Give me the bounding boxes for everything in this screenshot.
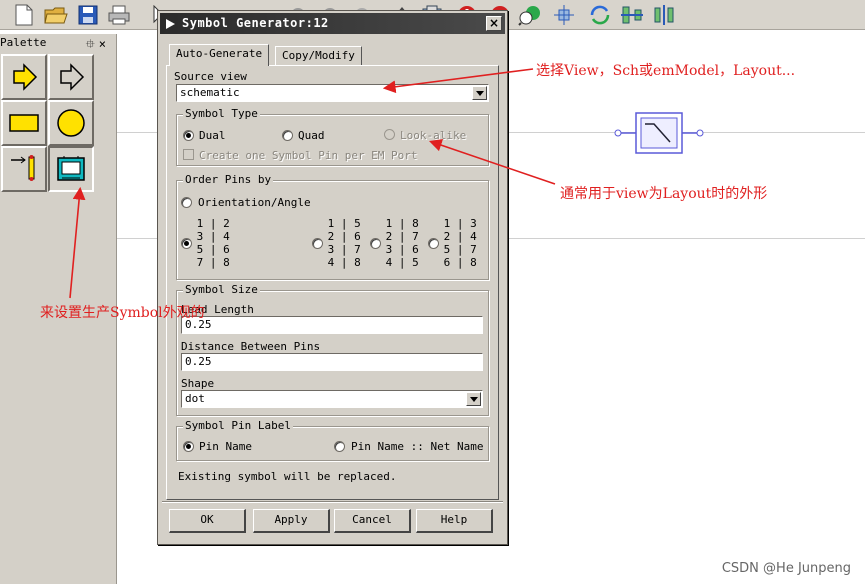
shape-select[interactable]: dot bbox=[181, 390, 483, 408]
distance-between-pins-input[interactable]: 0.25 bbox=[181, 353, 483, 371]
align-horizontal-icon[interactable] bbox=[620, 3, 644, 27]
shape-value: dot bbox=[185, 392, 205, 405]
save-icon[interactable] bbox=[76, 3, 100, 27]
order-pins-title: Order Pins by bbox=[183, 173, 274, 186]
radio-look-alike[interactable] bbox=[384, 129, 395, 140]
source-view-value: schematic bbox=[180, 86, 240, 99]
lead-length-input[interactable]: 0.25 bbox=[181, 316, 483, 334]
annotation-palette-note: 来设置生产Symbol外观的 bbox=[40, 305, 205, 321]
shape-label: Shape bbox=[181, 377, 215, 390]
align-center-icon[interactable] bbox=[552, 3, 576, 27]
palette-symbol-generator[interactable] bbox=[48, 146, 94, 192]
dual-label: Dual bbox=[199, 129, 226, 142]
radio-pin-name[interactable] bbox=[183, 441, 194, 452]
rectangle-icon bbox=[9, 114, 39, 132]
symbol-pin-label-group: Symbol Pin Label Pin Name Pin Name :: Ne… bbox=[176, 420, 489, 461]
orientation-label: Orientation/Angle bbox=[198, 196, 311, 209]
symbol-generator-icon bbox=[57, 156, 85, 181]
source-view-label: Source view bbox=[174, 70, 247, 83]
radio-quad[interactable] bbox=[282, 130, 293, 141]
symbol-generator-dialog: Symbol Generator:12 × Auto-Generate Copy… bbox=[157, 10, 508, 545]
align-vertical-icon[interactable] bbox=[652, 3, 676, 27]
palette-pin[interactable] bbox=[1, 146, 47, 192]
watermark: CSDN @He Junpeng bbox=[721, 561, 851, 576]
palette-circle[interactable] bbox=[48, 100, 94, 146]
symbol-size-group: Symbol Size Lead Length 0.25 Distance Be… bbox=[176, 284, 489, 416]
quad-label: Quad bbox=[298, 129, 325, 142]
close-icon: × bbox=[488, 16, 500, 30]
symbol-type-title: Symbol Type bbox=[183, 107, 260, 120]
palette-rectangle[interactable] bbox=[1, 100, 47, 146]
em-port-checkbox[interactable] bbox=[183, 149, 194, 160]
circle-icon bbox=[57, 109, 85, 137]
pin-icon bbox=[11, 155, 35, 181]
pin-net-name-label: Pin Name :: Net Name bbox=[351, 440, 484, 453]
cancel-button[interactable]: Cancel bbox=[334, 509, 411, 533]
pin-order-pattern-3: 1 | 8 2 | 7 3 | 6 4 | 5 bbox=[385, 217, 419, 269]
new-file-icon[interactable] bbox=[12, 3, 36, 27]
palette-window-controls[interactable]: ⯐× bbox=[86, 35, 110, 56]
tab-copy-modify[interactable]: Copy/Modify bbox=[275, 46, 362, 65]
palette-port-arrow[interactable] bbox=[1, 54, 47, 100]
source-view-select[interactable]: schematic bbox=[176, 84, 489, 102]
annotation-lookalike-note: 通常用于view为Layout时的外形 bbox=[560, 186, 768, 202]
print-icon[interactable] bbox=[107, 3, 131, 27]
open-folder-icon[interactable] bbox=[44, 3, 68, 27]
canvas-symbol[interactable] bbox=[612, 112, 708, 161]
symbol-type-group: Symbol Type Dual Quad Look-alike Create … bbox=[176, 108, 489, 166]
port-outline-icon bbox=[60, 63, 85, 91]
refresh-wire-icon[interactable] bbox=[588, 3, 612, 27]
chevron-down-icon[interactable] bbox=[472, 86, 487, 100]
tab-auto-generate[interactable]: Auto-Generate bbox=[169, 44, 270, 66]
apply-button[interactable]: Apply bbox=[253, 509, 330, 533]
pin-name-label: Pin Name bbox=[199, 440, 252, 453]
ok-button[interactable]: OK bbox=[169, 509, 246, 533]
em-port-checkbox-label: Create one Symbol Pin per EM Port bbox=[199, 149, 418, 162]
order-pins-group: Order Pins by Orientation/Angle 1 | 2 3 … bbox=[176, 174, 489, 280]
pin-order-pattern-4: 1 | 3 2 | 4 5 | 7 6 | 8 bbox=[443, 217, 477, 269]
annotation-view-note: 选择View，Sch或emModel，Layout... bbox=[536, 63, 796, 79]
palette-port-outline[interactable] bbox=[48, 54, 94, 100]
radio-dual[interactable] bbox=[183, 130, 194, 141]
symbol-pin-label-title: Symbol Pin Label bbox=[183, 419, 293, 432]
port-arrow-icon bbox=[13, 63, 38, 91]
dialog-titlebar[interactable]: Symbol Generator:12 × bbox=[160, 13, 505, 34]
button-separator bbox=[162, 501, 503, 503]
help-button[interactable]: Help bbox=[416, 509, 493, 533]
palette-title: Palette bbox=[0, 36, 47, 49]
dialog-title: Symbol Generator:12 bbox=[182, 16, 329, 30]
chevron-down-icon[interactable] bbox=[466, 392, 481, 406]
dialog-menu-icon[interactable] bbox=[165, 18, 177, 30]
status-text: Existing symbol will be replaced. bbox=[178, 470, 397, 483]
zoom-icon[interactable] bbox=[518, 3, 542, 27]
pin-order-pattern-1: 1 | 2 3 | 4 5 | 6 7 | 8 bbox=[196, 217, 230, 269]
distance-between-pins-label: Distance Between Pins bbox=[181, 340, 321, 353]
close-button[interactable]: × bbox=[486, 16, 502, 31]
pin-order-pattern-2: 1 | 5 2 | 6 3 | 7 4 | 8 bbox=[327, 217, 361, 269]
look-alike-label: Look-alike bbox=[400, 129, 467, 142]
symbol-size-title: Symbol Size bbox=[183, 283, 260, 296]
radio-pin-net-name[interactable] bbox=[334, 441, 345, 452]
radio-orientation[interactable] bbox=[181, 197, 192, 208]
auto-generate-panel: Source view schematic Symbol Type Dual Q… bbox=[166, 65, 499, 500]
